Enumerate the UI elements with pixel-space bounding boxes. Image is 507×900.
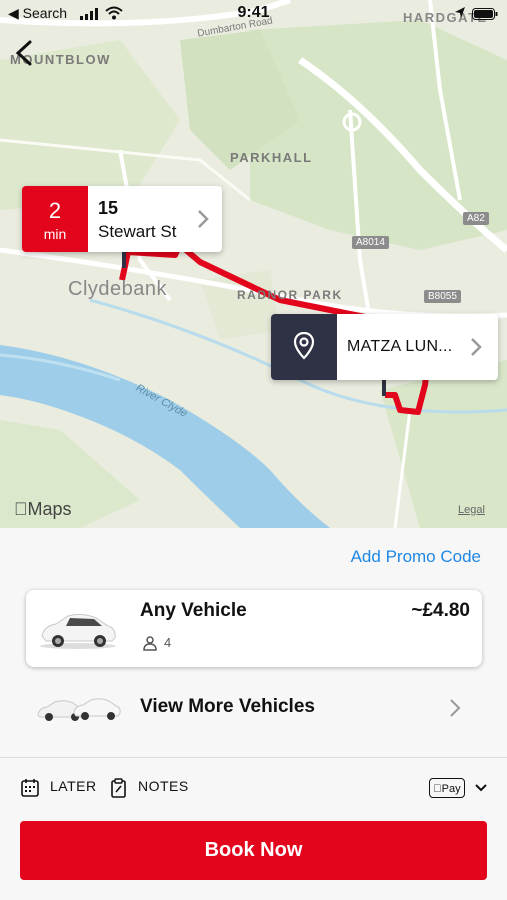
apple-logo-icon:  <box>14 499 28 519</box>
vehicle-name: Any Vehicle <box>140 600 247 621</box>
back-button[interactable] <box>10 38 38 68</box>
chevron-right-icon <box>450 699 461 717</box>
battery-icon <box>472 8 498 20</box>
cars-icon <box>37 698 121 721</box>
apple-pay-button[interactable]: Pay <box>429 778 465 798</box>
pickup-callout[interactable]: 2 min 15 Stewart St <box>22 186 222 252</box>
notes-icon[interactable] <box>110 778 128 798</box>
vehicle-option-card[interactable]: Any Vehicle ~£4.80 4 <box>26 590 482 667</box>
map-label-parkhall: PARKHALL <box>230 150 313 165</box>
passenger-count: 4 <box>164 635 172 650</box>
map-label-clydebank: Clydebank <box>68 278 168 300</box>
chevron-right-icon <box>198 210 209 228</box>
book-now-button[interactable]: Book Now <box>20 821 487 880</box>
pickup-eta-value: 2 <box>48 198 62 223</box>
view-more-vehicles-row[interactable]: View More Vehicles <box>0 685 507 731</box>
road-sign-a82: A82 <box>463 212 489 225</box>
status-time: 9:41 <box>237 4 270 21</box>
divider <box>0 757 507 758</box>
maps-attribution-label: Maps <box>14 499 72 519</box>
pickup-eta-badge: 2 min <box>22 186 88 252</box>
pickup-address-street: Stewart St <box>98 222 177 241</box>
road-sign-b8055: B8055 <box>424 290 461 303</box>
route-map[interactable]: MOUNTBLOW PARKHALL Clydebank RADNOR PARK… <box>0 0 507 528</box>
passenger-icon <box>143 636 157 651</box>
pickup-address-number: 15 <box>98 198 119 218</box>
calendar-icon[interactable] <box>20 778 40 798</box>
add-promo-code-link[interactable]: Add Promo Code <box>351 547 481 567</box>
location-pin-icon <box>293 332 315 360</box>
road-sign-a8014: A8014 <box>352 236 389 249</box>
apple-logo-icon:  <box>433 783 441 795</box>
location-arrow-icon <box>455 7 465 18</box>
dropoff-name: MATZA LUN... <box>347 338 453 355</box>
map-label-radnor-park: RADNOR PARK <box>237 288 343 302</box>
chevron-right-icon <box>471 338 482 356</box>
notes-button[interactable]: NOTES <box>138 778 189 794</box>
legal-link[interactable]: Legal <box>458 504 485 516</box>
pickup-eta-unit: min <box>43 226 67 242</box>
car-icon <box>40 613 116 649</box>
maps-attribution: Maps <box>14 499 72 520</box>
dropoff-pin-badge <box>271 314 337 380</box>
schedule-later-button[interactable]: LATER <box>50 778 97 794</box>
dropoff-callout[interactable]: MATZA LUN... <box>271 314 498 380</box>
view-more-vehicles-label: View More Vehicles <box>140 696 315 717</box>
status-bar: ◀ Search 9:41 <box>0 0 507 28</box>
chevron-down-icon[interactable] <box>473 780 489 796</box>
map-background <box>0 0 507 528</box>
apple-pay-label: Pay <box>437 783 461 795</box>
vehicle-price: ~£4.80 <box>411 600 470 621</box>
